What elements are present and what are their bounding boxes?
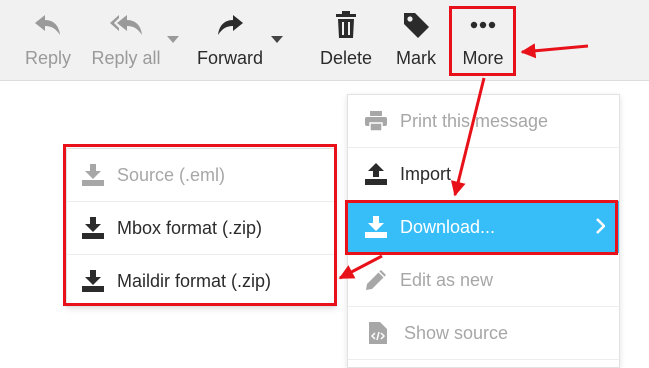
annotation-arrows xyxy=(338,43,589,280)
arrow-to-download xyxy=(450,77,486,197)
arrow-to-submenu xyxy=(338,254,383,280)
arrow-to-more xyxy=(520,43,589,59)
